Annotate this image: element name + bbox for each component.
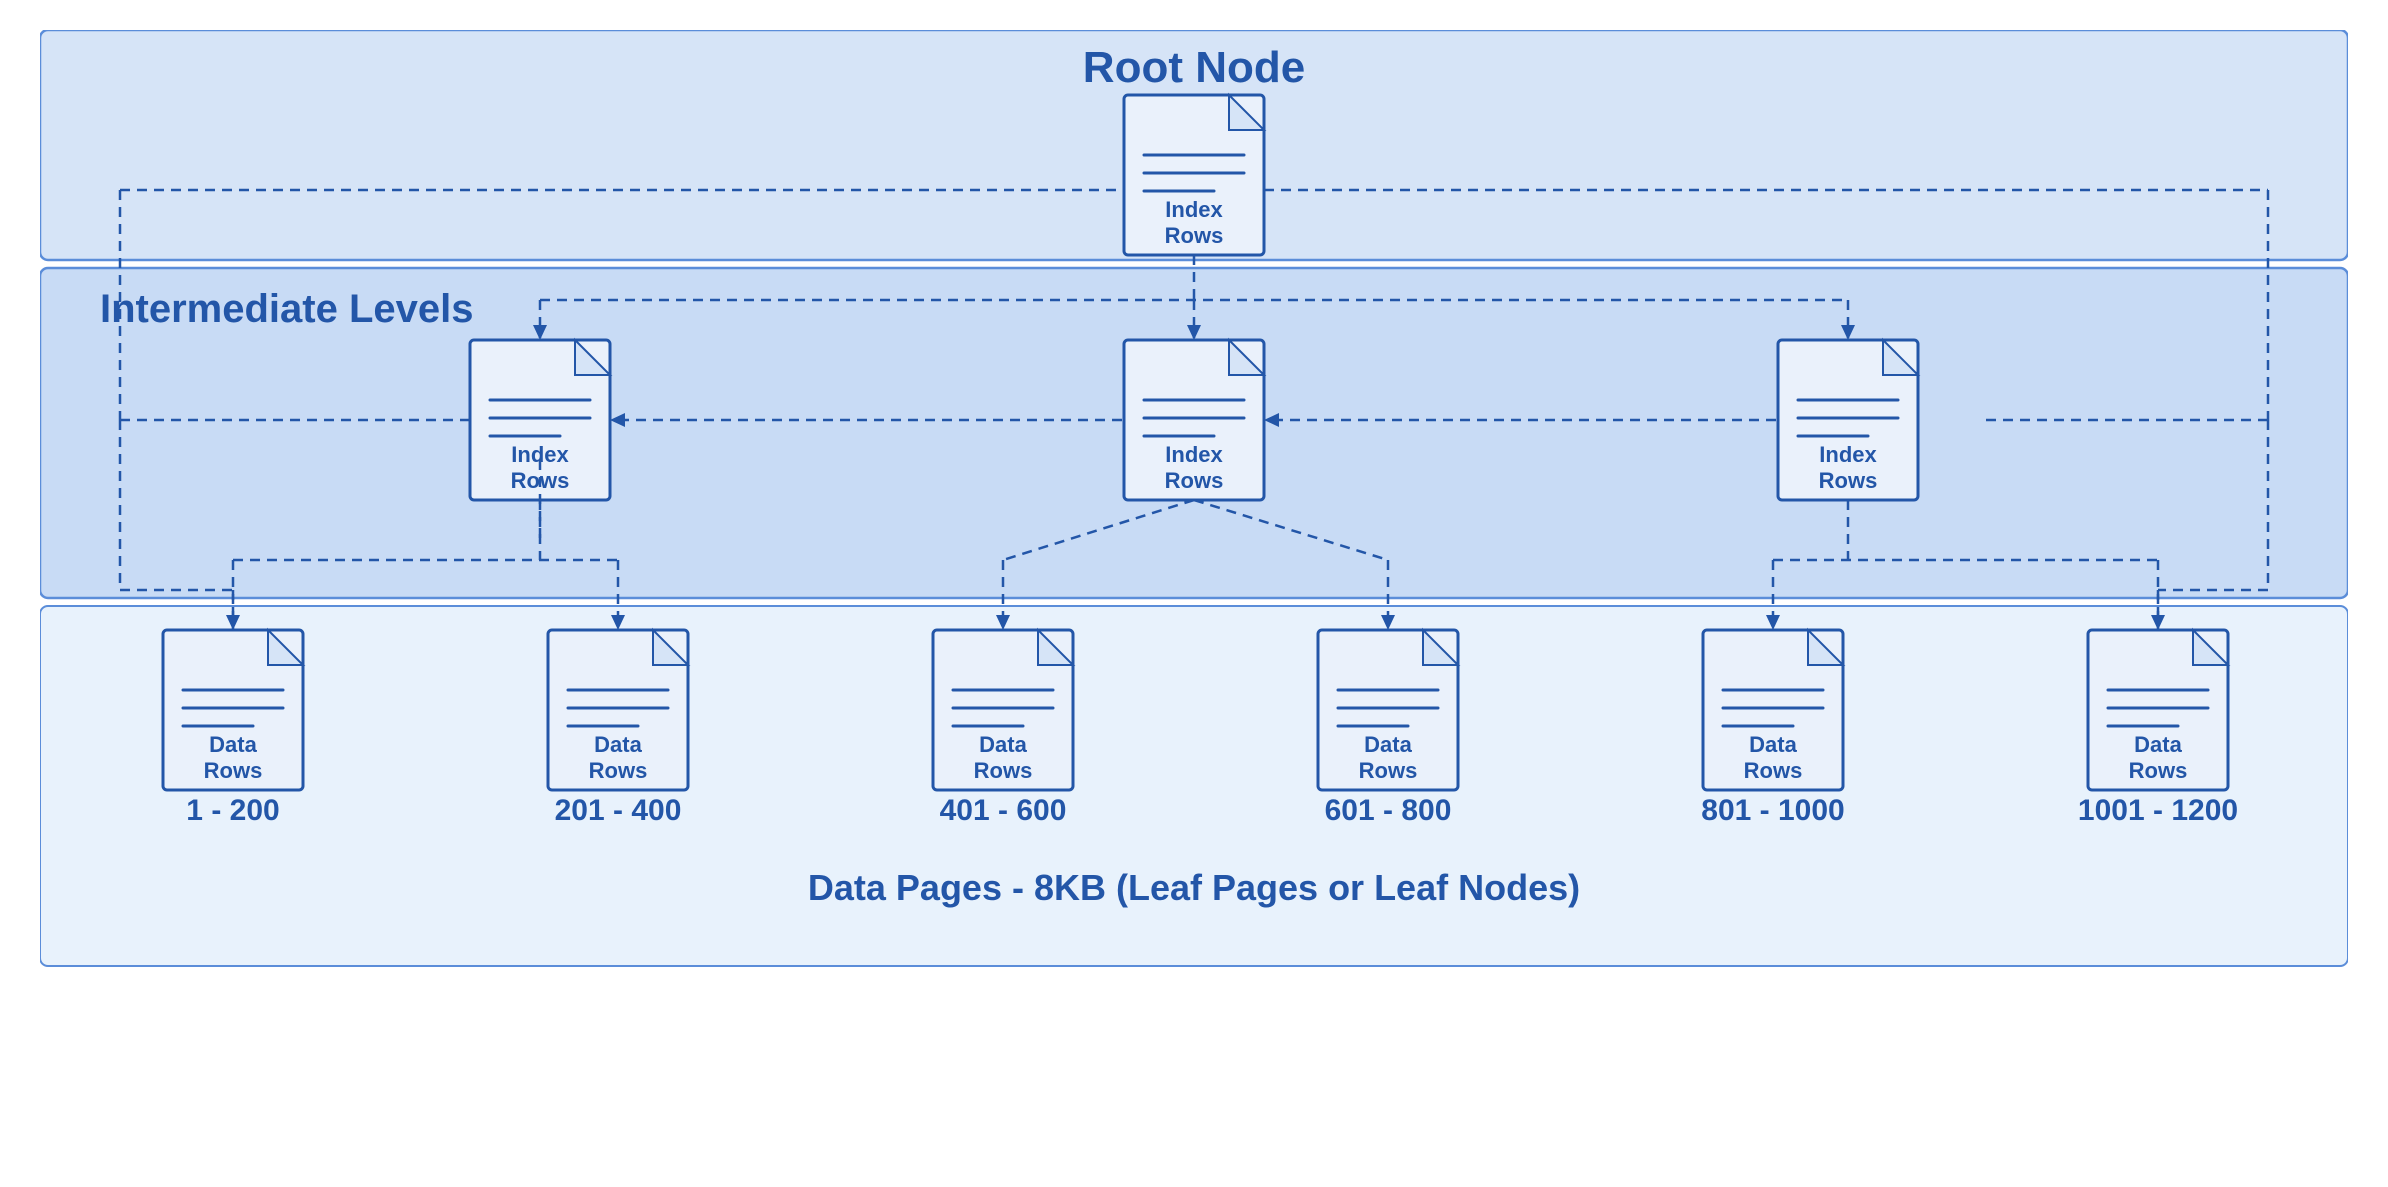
inter-doc-left [470, 340, 610, 500]
leaf-doc-2 [548, 630, 688, 790]
leaf-range-5: 801 - 1000 [1701, 794, 1844, 827]
leaf-range-1: 1 - 200 [186, 794, 279, 827]
footer-label: Data Pages - 8KB (Leaf Pages or Leaf Nod… [808, 867, 1580, 908]
leaf-range-2: 201 - 400 [555, 794, 682, 827]
root-title: Root Node [1083, 43, 1305, 92]
leaf-range-4: 601 - 800 [1325, 794, 1452, 827]
leaf-range-3: 401 - 600 [940, 794, 1067, 827]
root-doc [1124, 95, 1264, 255]
leaf-doc-4 [1318, 630, 1458, 790]
inter-doc-right [1778, 340, 1918, 500]
leaf-doc-3 [933, 630, 1073, 790]
main-container: Root Node Intermediate Levels Index Rows [0, 0, 2388, 1187]
leaf-doc-5 [1703, 630, 1843, 790]
diagram-svg: Root Node Intermediate Levels Index Rows [40, 30, 2348, 1120]
leaf-doc-6 [2088, 630, 2228, 790]
leaf-range-6: 1001 - 1200 [2078, 794, 2238, 827]
leaf-doc-1 [163, 630, 303, 790]
inter-doc-mid [1124, 340, 1264, 500]
intermediate-title: Intermediate Levels [100, 287, 474, 331]
